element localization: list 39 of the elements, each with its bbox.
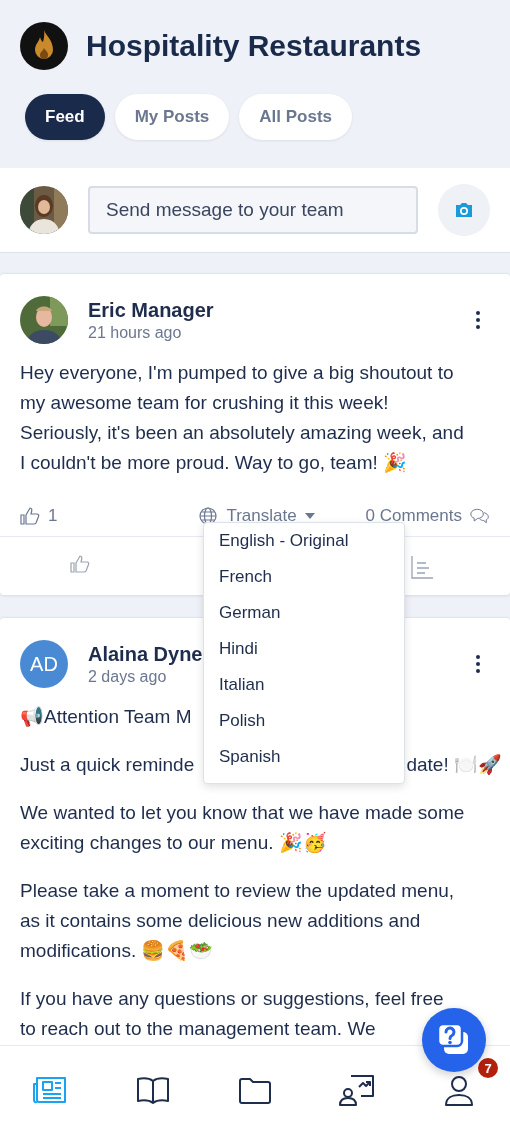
thumbs-up-icon[interactable] [70,555,90,573]
flame-logo-icon [20,22,68,70]
app-title: Hospitality Restaurants [86,29,422,63]
language-option[interactable]: German [204,599,404,635]
thumbs-up-icon[interactable] [20,507,40,525]
feed-tab[interactable]: My Posts [114,94,230,140]
caret-icon[interactable] [304,513,315,519]
language-option[interactable]: Hindi [204,635,404,671]
avatar-initials: AD [20,640,68,688]
language-option[interactable]: Polish [204,707,404,743]
post-text: We wanted to let you know that we have made some exciting changes to our menu. 🎉🥳 [20,801,466,855]
translate-button[interactable]: Translate [198,506,315,526]
language-option[interactable]: English - Original [204,527,404,563]
language-option[interactable]: Italian [204,671,404,707]
feed-tab[interactable]: All Posts [239,94,353,140]
post-text: Just a quick reminde [20,753,195,777]
language-option[interactable]: French [204,563,404,599]
news-icon[interactable] [33,1074,69,1106]
post-text: date! 🍽🚀 [406,753,502,777]
author-name: Alaina Dyne [88,642,203,666]
notification-badge: 7 [478,1058,498,1078]
globe-icon[interactable] [198,507,219,525]
post-text: If you have any questions or suggestions, feel free [20,987,444,1011]
post-text: to reach out to the management team. We [20,1017,376,1041]
post-time: 21 hours ago [88,323,182,342]
presentation-icon[interactable] [339,1074,375,1106]
book-icon[interactable] [135,1074,171,1106]
post-time: 2 days ago [88,667,167,686]
message-input[interactable]: Send message to your team [88,186,418,234]
language-option[interactable]: Spanish [204,743,404,779]
post-text: Hey everyone, I'm pumped to give a big shoutout to my awesome team for crushing it this week! Seriously, it's been an absolutely amazing week, and I couldn't be more proud. Way to go, team! 🎉 [20,361,465,475]
comments-count[interactable]: 0 Comments [365,506,462,526]
author-name: Eric Manager [88,298,214,322]
comments-icon[interactable] [470,507,490,525]
feed-tab[interactable]: Feed [25,94,105,140]
post-text: Please take a moment to review the updated menu, as it contains some delicious new additions and modifications. 🍔🍕🥗 [20,879,456,963]
post-text: 📢Attention Team M [20,705,192,729]
camera-button[interactable] [438,184,490,236]
like-count: 1 [48,506,58,526]
